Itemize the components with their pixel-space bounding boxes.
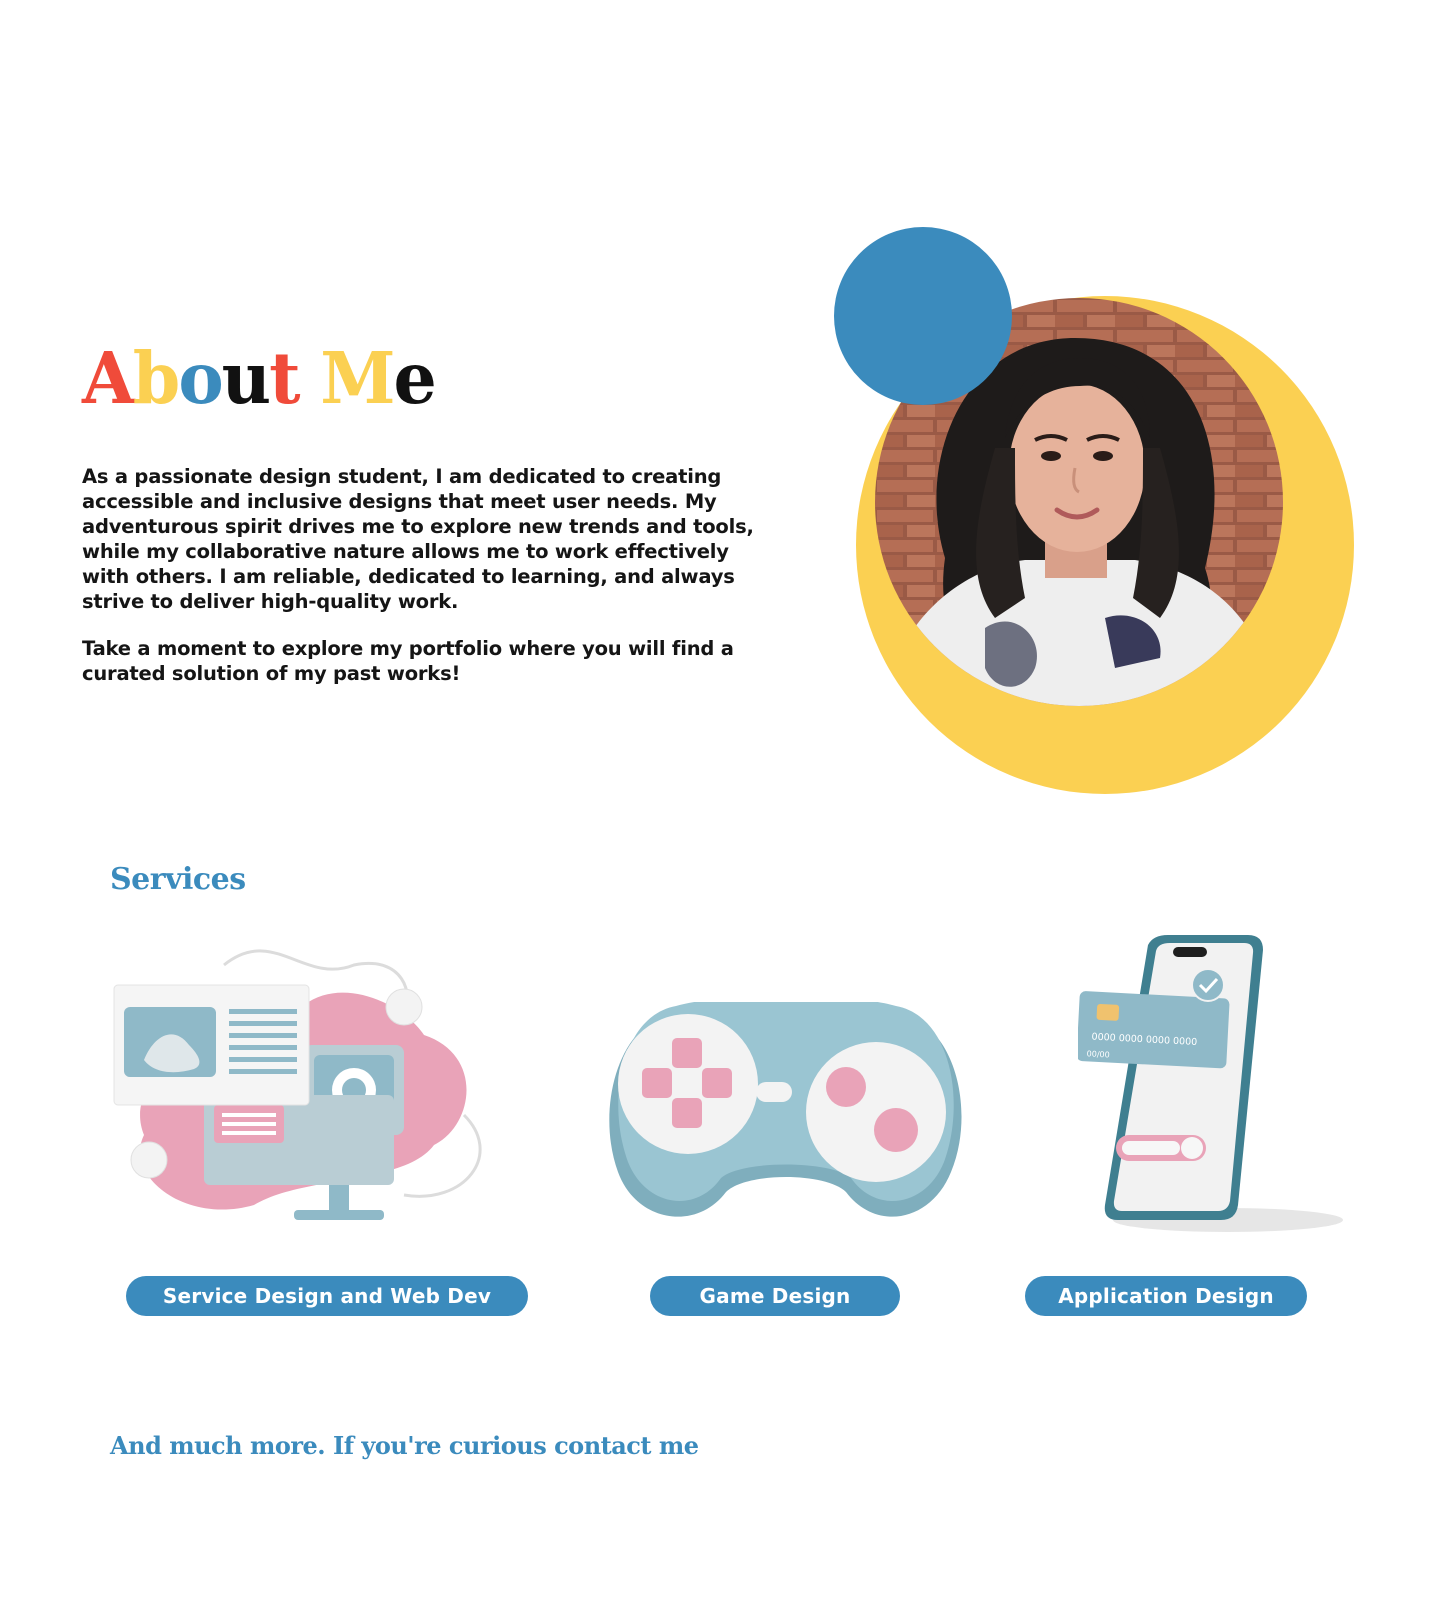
about-title-letter: A: [82, 337, 135, 421]
about-title: About Me: [82, 337, 437, 421]
about-title-letter: [299, 343, 321, 414]
about-title-letter: e: [393, 337, 437, 421]
contact-cta[interactable]: And much more. If you're curious contact…: [110, 1431, 699, 1460]
service-app-button[interactable]: Application Design: [1025, 1276, 1307, 1316]
phone-payment-illustration-icon: 0000 0000 0000 0000 00/00: [1078, 935, 1343, 1232]
about-title-letter: t: [269, 337, 300, 421]
service-game-button[interactable]: Game Design: [650, 1276, 900, 1316]
explore-paragraph: Take a moment to explore my portfolio wh…: [82, 637, 734, 685]
about-title-letter: b: [132, 337, 181, 421]
services-title: Services: [110, 862, 246, 897]
about-title-letter: M: [320, 337, 395, 421]
about-title-letter: u: [221, 337, 271, 421]
service-web-button[interactable]: Service Design and Web Dev: [126, 1276, 528, 1316]
about-title-letter: o: [178, 337, 223, 421]
card-expiry-text: 00/00: [1086, 1049, 1110, 1059]
web-design-illustration-icon: [113, 949, 482, 1220]
blue-circle-decoration: [834, 227, 1012, 405]
gamepad-illustration-icon: [609, 1002, 962, 1217]
bio-paragraph: As a passionate design student, I am ded…: [82, 465, 754, 613]
